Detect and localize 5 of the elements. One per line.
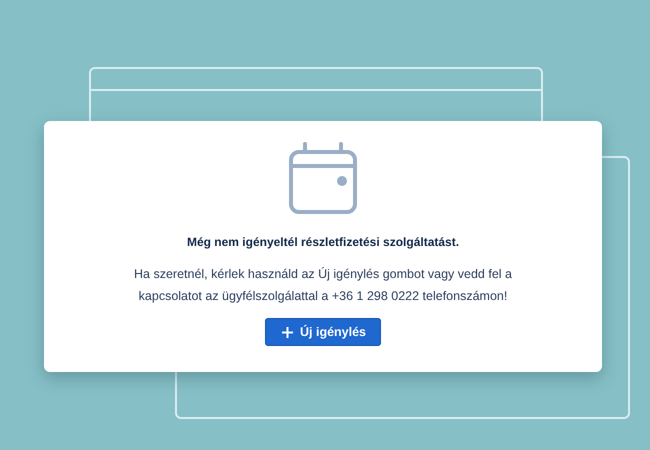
empty-state-title: Még nem igényeltél részletfizetési szolgáltatást. xyxy=(186,235,460,249)
calendar-icon xyxy=(288,142,358,216)
new-request-button[interactable]: Új igénylés xyxy=(265,318,381,346)
empty-state-message: Ha szeretnél, kérlek használd az Új igénylés gombot vagy vedd fel a kapcsolatot az ügyfélszolgálattal a +36 1 298 0222 telefonszámon! xyxy=(133,266,513,305)
plus-icon xyxy=(282,326,293,338)
